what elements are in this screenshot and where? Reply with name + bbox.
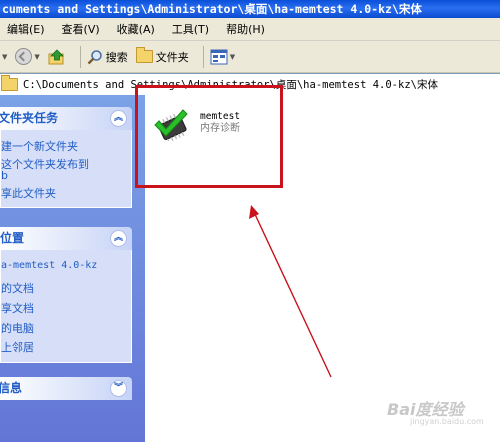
file-list-area[interactable]: memtest 内存诊断 Bai度经验 jingyan.baidu.com: [135, 85, 500, 442]
file-tasks-title: 文件夹任务: [0, 111, 59, 125]
annotation-arrow: [249, 205, 332, 378]
file-tasks-header[interactable]: 文件夹任务 ︽: [0, 107, 132, 130]
up-folder-icon: [48, 48, 64, 64]
views-dropdown-icon: ▼: [229, 52, 236, 61]
back-dropdown-icon[interactable]: ▼: [2, 53, 7, 61]
up-folder-button[interactable]: [48, 48, 66, 66]
collapse-chevron-icon[interactable]: ︽: [110, 230, 127, 247]
task-share-folder[interactable]: 享此文件夹: [1, 185, 56, 201]
menu-help[interactable]: 帮助(H): [226, 21, 265, 37]
folders-label: 文件夹: [155, 50, 189, 64]
place-network[interactable]: 上邻居: [1, 339, 34, 355]
forward-arrow-icon: [15, 48, 33, 65]
place-shared-documents[interactable]: 享文档: [1, 300, 34, 316]
toolbar-separator: [79, 45, 81, 68]
window-title: cuments and Settings\Administrator\桌面\ha…: [2, 2, 422, 16]
task-new-folder[interactable]: 建一个新文件夹: [1, 138, 78, 154]
other-places-header[interactable]: 位置 ︽: [0, 227, 132, 250]
forward-dropdown-icon: ▼: [34, 52, 40, 61]
menu-tools[interactable]: 工具(T): [172, 21, 209, 37]
task-pane: 文件夹任务 ︽ 建一个新文件夹 这个文件夹发布到 b 享此文件夹 位置 ︽ a-…: [0, 95, 145, 442]
other-places-title: 位置: [0, 231, 25, 245]
expand-chevron-icon[interactable]: ︾: [110, 380, 127, 397]
forward-button[interactable]: ▼: [15, 48, 40, 65]
folder-icon: [135, 47, 153, 63]
task-publish-folder-cont[interactable]: b: [1, 169, 8, 182]
other-places-body: a-memtest 4.0-kz 的文档 享文档 的电脑 上邻居: [0, 250, 132, 363]
details-header[interactable]: 信息 ︾: [0, 377, 132, 400]
menu-edit[interactable]: 编辑(E): [7, 21, 45, 37]
views-button[interactable]: ▼: [210, 49, 235, 65]
toolbar: ▼ ▼ 搜索 文件夹 ▼: [0, 41, 500, 73]
place-parent-folder[interactable]: a-memtest 4.0-kz: [1, 260, 97, 271]
menu-view[interactable]: 查看(V): [62, 21, 100, 37]
menu-favorites[interactable]: 收藏(A): [117, 21, 155, 37]
address-folder-icon: [1, 75, 18, 91]
search-button[interactable]: 搜索: [87, 49, 128, 65]
place-my-documents[interactable]: 的文档: [1, 280, 34, 296]
title-bar: cuments and Settings\Administrator\桌面\ha…: [0, 0, 500, 18]
place-my-computer[interactable]: 的电脑: [1, 320, 34, 336]
task-publish-folder[interactable]: 这个文件夹发布到: [1, 156, 89, 172]
search-label: 搜索: [105, 50, 128, 64]
views-icon: [210, 49, 228, 64]
folders-button[interactable]: 文件夹: [135, 47, 189, 65]
details-title: 信息: [0, 381, 23, 395]
collapse-chevron-icon[interactable]: ︽: [110, 110, 127, 127]
watermark-url: jingyan.baidu.com: [410, 417, 484, 426]
file-tasks-body: 建一个新文件夹 这个文件夹发布到 b 享此文件夹: [0, 130, 132, 208]
menu-bar: 编辑(E) 查看(V) 收藏(A) 工具(T) 帮助(H): [0, 18, 500, 41]
toolbar-separator: [202, 45, 204, 68]
search-icon: [87, 49, 102, 64]
